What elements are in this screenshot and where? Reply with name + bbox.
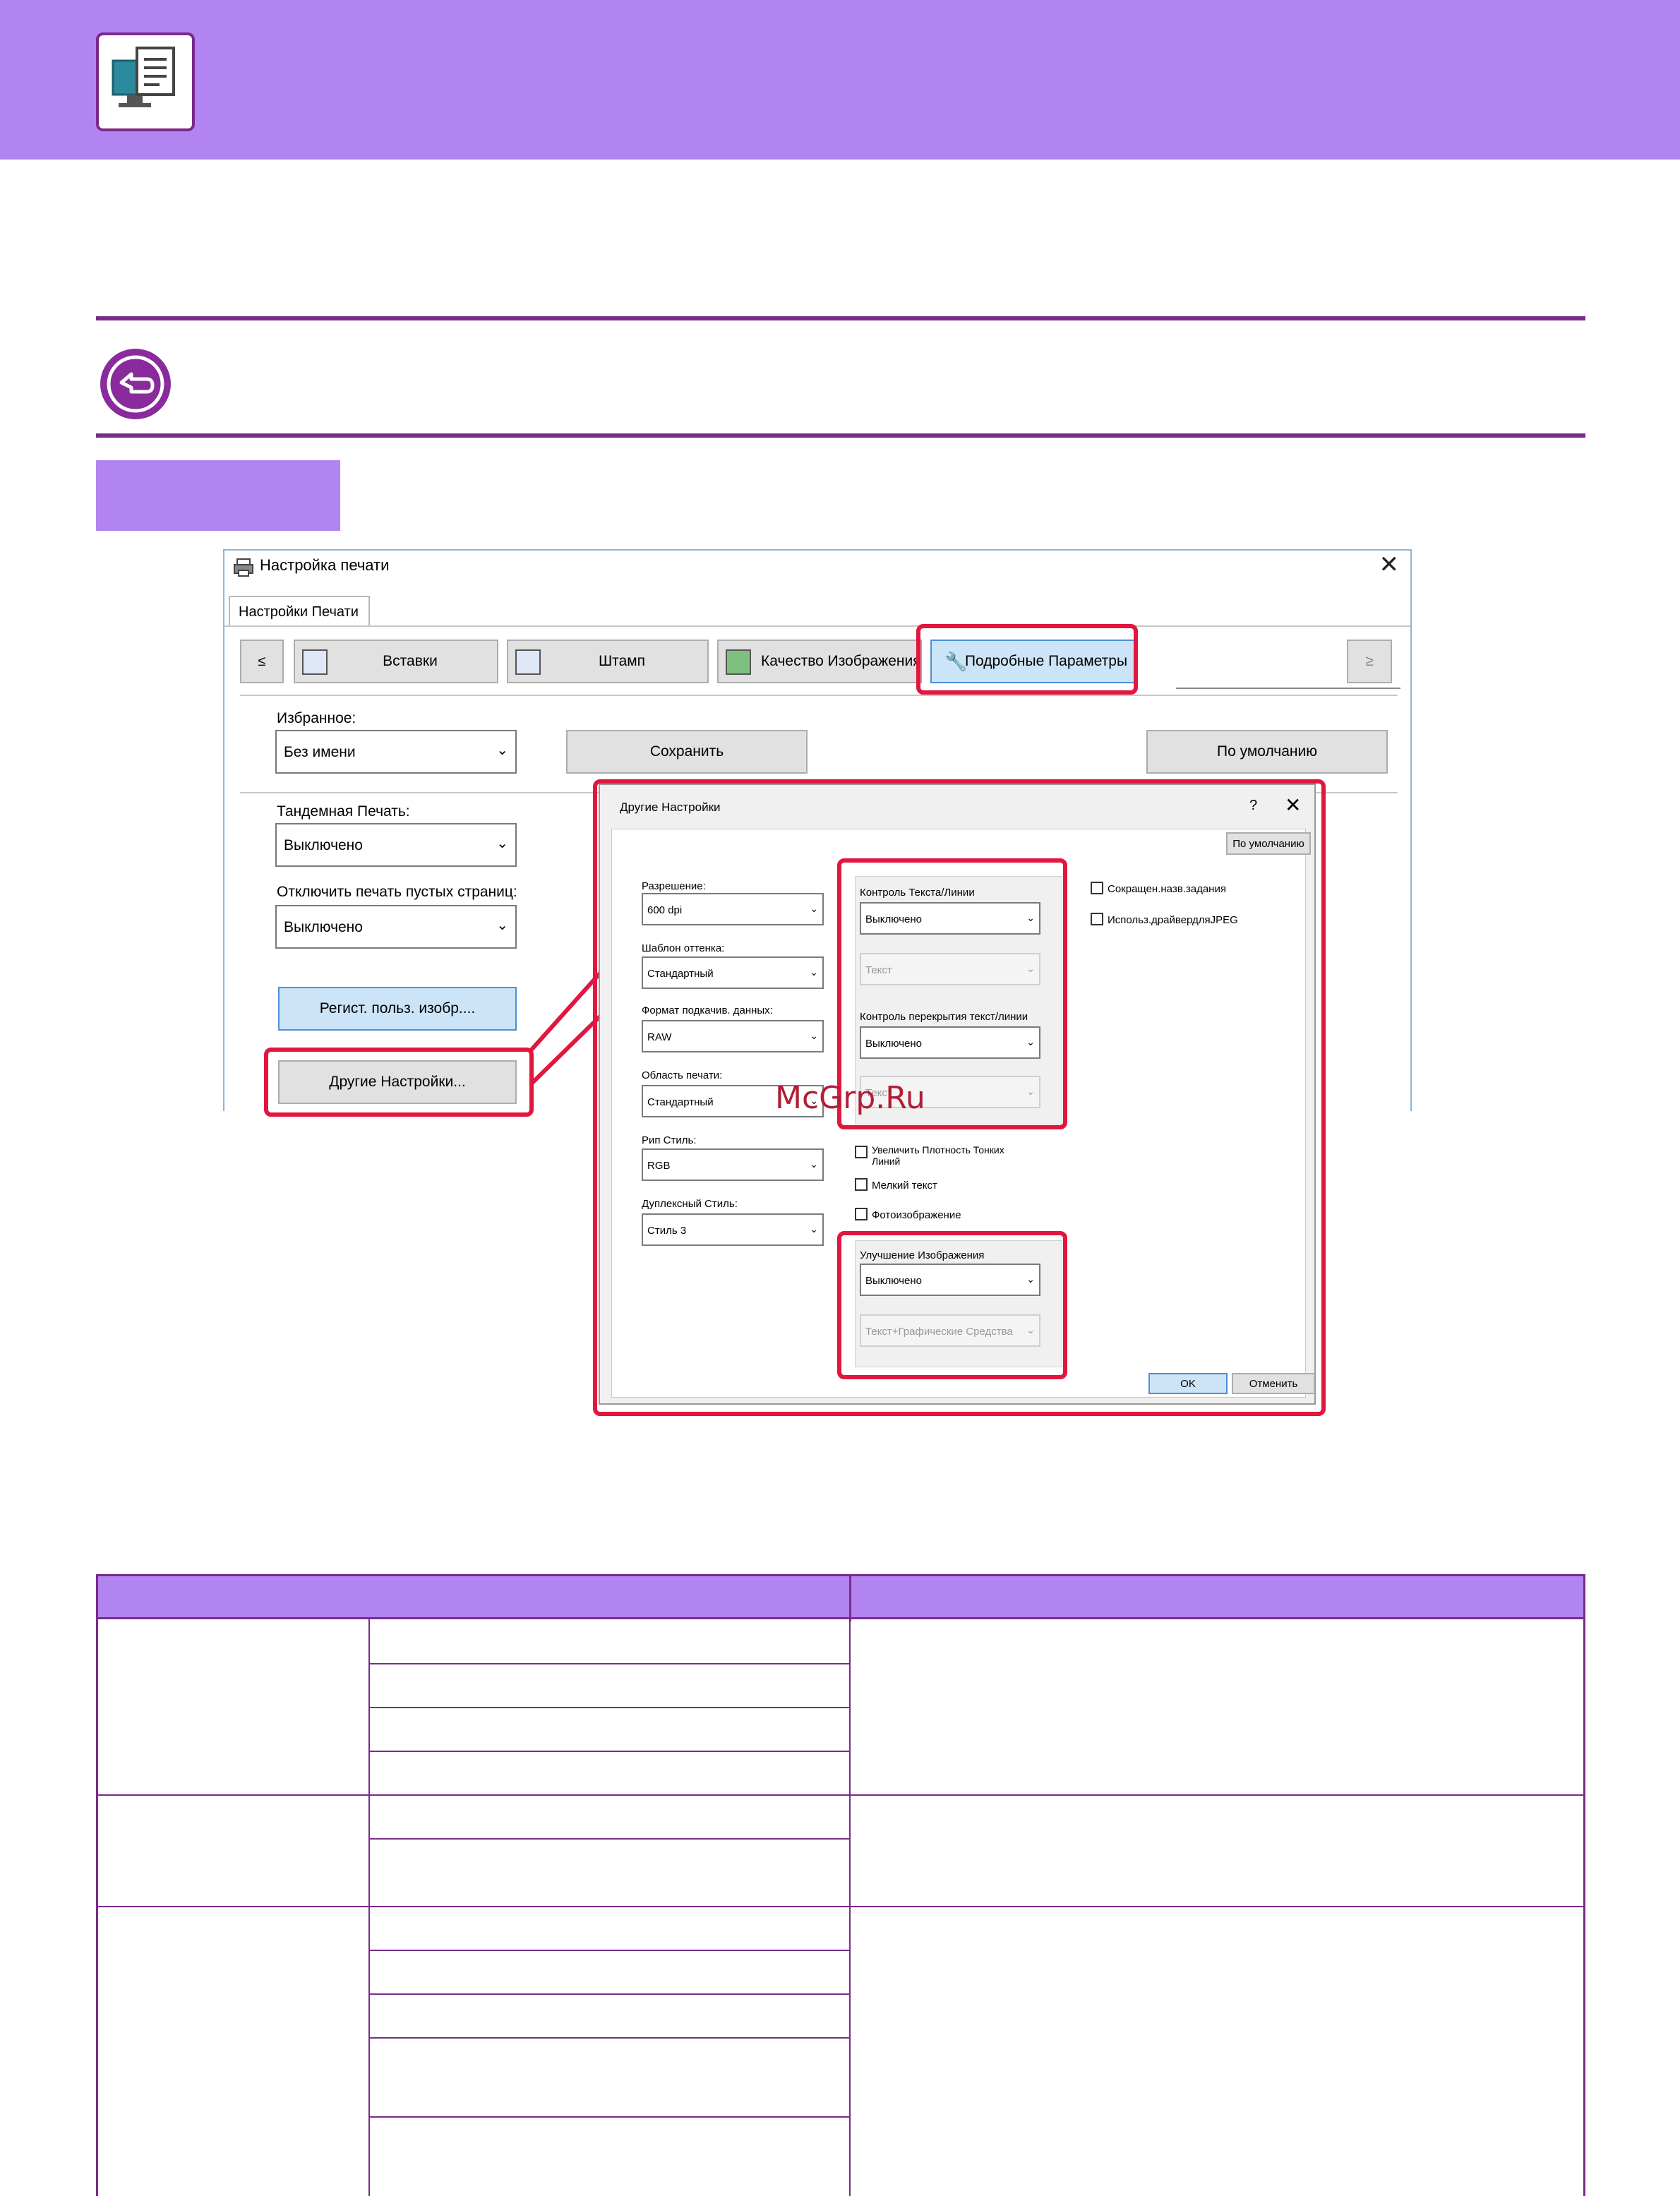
table-row-line — [368, 1663, 849, 1664]
inserts-icon — [302, 649, 328, 675]
table-row-line — [98, 1906, 1583, 1907]
highlight-image-enhance-group — [837, 1231, 1067, 1379]
stamp-icon — [515, 649, 541, 675]
blank-pages-select[interactable]: Выключено ⌄ — [275, 905, 517, 949]
chevron-down-icon: ⌄ — [496, 918, 508, 933]
window-title: Настройка печати — [260, 556, 390, 574]
table-divider — [849, 1619, 851, 2196]
tab-print-settings[interactable]: Настройки Печати — [229, 596, 370, 627]
blank-pages-label: Отключить печать пустых страниц: — [277, 884, 517, 900]
tandem-value: Выключено — [284, 837, 363, 853]
table-header — [96, 1574, 1585, 1621]
tab-underline — [1176, 688, 1400, 689]
table-row-line — [368, 1993, 849, 1995]
table-row-line — [368, 1751, 849, 1752]
watermark: McGrp.Ru — [775, 1080, 925, 1116]
default-button[interactable]: По умолчанию — [1146, 730, 1388, 774]
divider — [96, 316, 1585, 320]
table-row-line — [368, 2116, 849, 2118]
close-icon[interactable]: ✕ — [1379, 551, 1400, 579]
tab-stamp[interactable]: Штамп — [507, 640, 709, 683]
favorites-value: Без имени — [284, 744, 356, 760]
tab-label: Качество Изображения — [761, 653, 921, 669]
nav-prev-button[interactable]: ≤ — [240, 640, 284, 683]
tab-label: Вставки — [383, 653, 438, 669]
back-arrow-icon[interactable] — [100, 349, 171, 419]
print-document-icon — [96, 32, 195, 131]
separator — [240, 695, 1398, 696]
tandem-label: Тандемная Печать: — [277, 803, 410, 820]
section-tab — [96, 460, 340, 531]
table-row-line — [368, 2037, 849, 2039]
chevron-down-icon: ⌄ — [496, 836, 508, 851]
table-row-line — [368, 1707, 849, 1708]
table-row-line — [98, 1794, 1583, 1796]
nav-next-button[interactable]: ≥ — [1347, 640, 1392, 683]
image-quality-icon — [726, 649, 751, 675]
highlight-advanced-tab — [916, 624, 1138, 695]
chevron-down-icon: ⌄ — [496, 743, 508, 758]
header-band — [0, 0, 1680, 160]
table-row-line — [368, 1950, 849, 1951]
table — [96, 1619, 1585, 2196]
favorites-label: Избранное: — [277, 710, 356, 726]
printer-icon — [233, 558, 254, 581]
table-divider — [368, 1619, 370, 2196]
tab-label: Штамп — [598, 653, 646, 669]
blank-pages-value: Выключено — [284, 919, 363, 935]
tandem-select[interactable]: Выключено ⌄ — [275, 823, 517, 867]
save-button[interactable]: Сохранить — [566, 730, 808, 774]
highlight-other-settings — [264, 1048, 534, 1117]
table-row-line — [368, 1838, 849, 1840]
favorites-select[interactable]: Без имени ⌄ — [275, 730, 517, 774]
divider — [96, 433, 1585, 438]
tab-inserts[interactable]: Вставки — [294, 640, 498, 683]
tab-image-quality[interactable]: Качество Изображения — [717, 640, 922, 683]
register-image-button[interactable]: Регист. польз. изобр.... — [278, 987, 517, 1031]
